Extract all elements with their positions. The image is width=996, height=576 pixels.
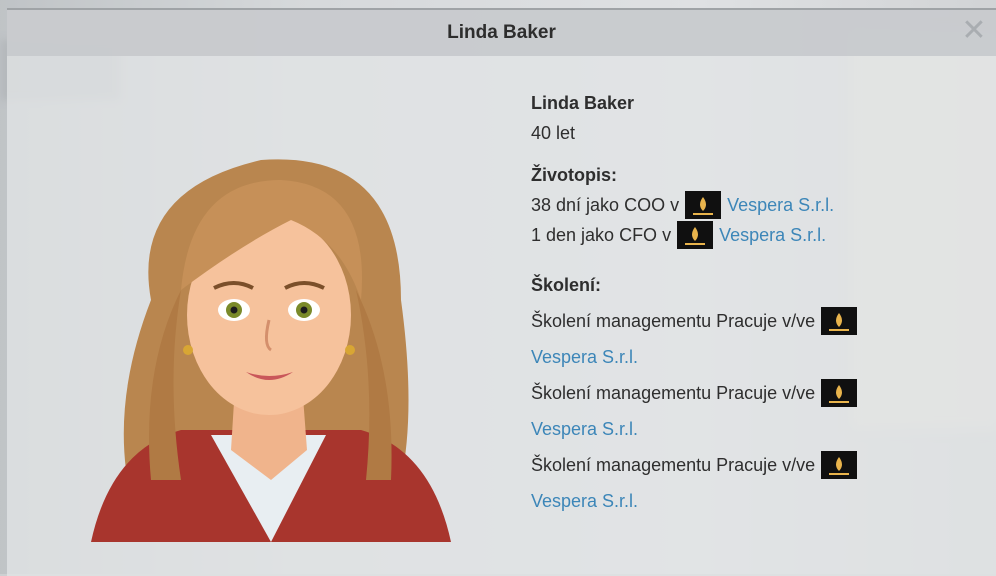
training-company-line: Vespera S.r.l.	[531, 342, 971, 372]
training-item: Školení managementu Pracuje v/ve	[531, 306, 971, 336]
training-item-text: Školení managementu Pracuje v/ve	[531, 311, 816, 331]
training-company-line: Vespera S.r.l.	[531, 486, 971, 516]
portrait-illustration	[91, 159, 451, 542]
company-logo-icon[interactable]	[677, 221, 714, 249]
cv-heading: Životopis:	[531, 165, 617, 185]
cv-item: 1 den jako CFO v Vespera S.r.l.	[531, 220, 971, 250]
cv-item: 38 dní jako COO v Vespera S.r.l.	[531, 190, 971, 220]
close-icon[interactable]: ✕	[960, 16, 988, 46]
company-link[interactable]: Vespera S.r.l.	[531, 486, 638, 516]
company-link[interactable]: Vespera S.r.l.	[531, 342, 638, 372]
company-logo-icon[interactable]	[685, 191, 722, 219]
company-link[interactable]: Vespera S.r.l.	[719, 220, 826, 250]
training-item: Školení managementu Pracuje v/ve	[531, 378, 971, 408]
cv-item-text: 1 den jako CFO v	[531, 225, 672, 245]
avatar	[71, 150, 467, 542]
person-name: Linda Baker	[531, 93, 635, 113]
person-info: Linda Baker 40 let Životopis: 38 dní jak…	[531, 88, 971, 516]
person-age: 40 let	[531, 123, 576, 143]
training-item-text: Školení managementu Pracuje v/ve	[531, 383, 816, 403]
dialog-titlebar: Linda Baker ✕	[7, 10, 996, 56]
company-link[interactable]: Vespera S.r.l.	[531, 414, 638, 444]
training-heading: Školení:	[531, 275, 602, 295]
company-logo-icon[interactable]	[821, 307, 858, 335]
cv-item-text: 38 dní jako COO v	[531, 195, 680, 215]
company-logo-icon[interactable]	[821, 451, 858, 479]
training-company-line: Vespera S.r.l.	[531, 414, 971, 444]
person-dialog: Linda Baker ✕ Linda Baker 40 let Životop…	[7, 8, 996, 576]
training-item: Školení managementu Pracuje v/ve	[531, 450, 971, 480]
training-item-text: Školení managementu Pracuje v/ve	[531, 455, 816, 475]
company-logo-icon[interactable]	[821, 379, 858, 407]
dialog-title: Linda Baker	[447, 22, 556, 43]
company-link[interactable]: Vespera S.r.l.	[727, 190, 834, 220]
